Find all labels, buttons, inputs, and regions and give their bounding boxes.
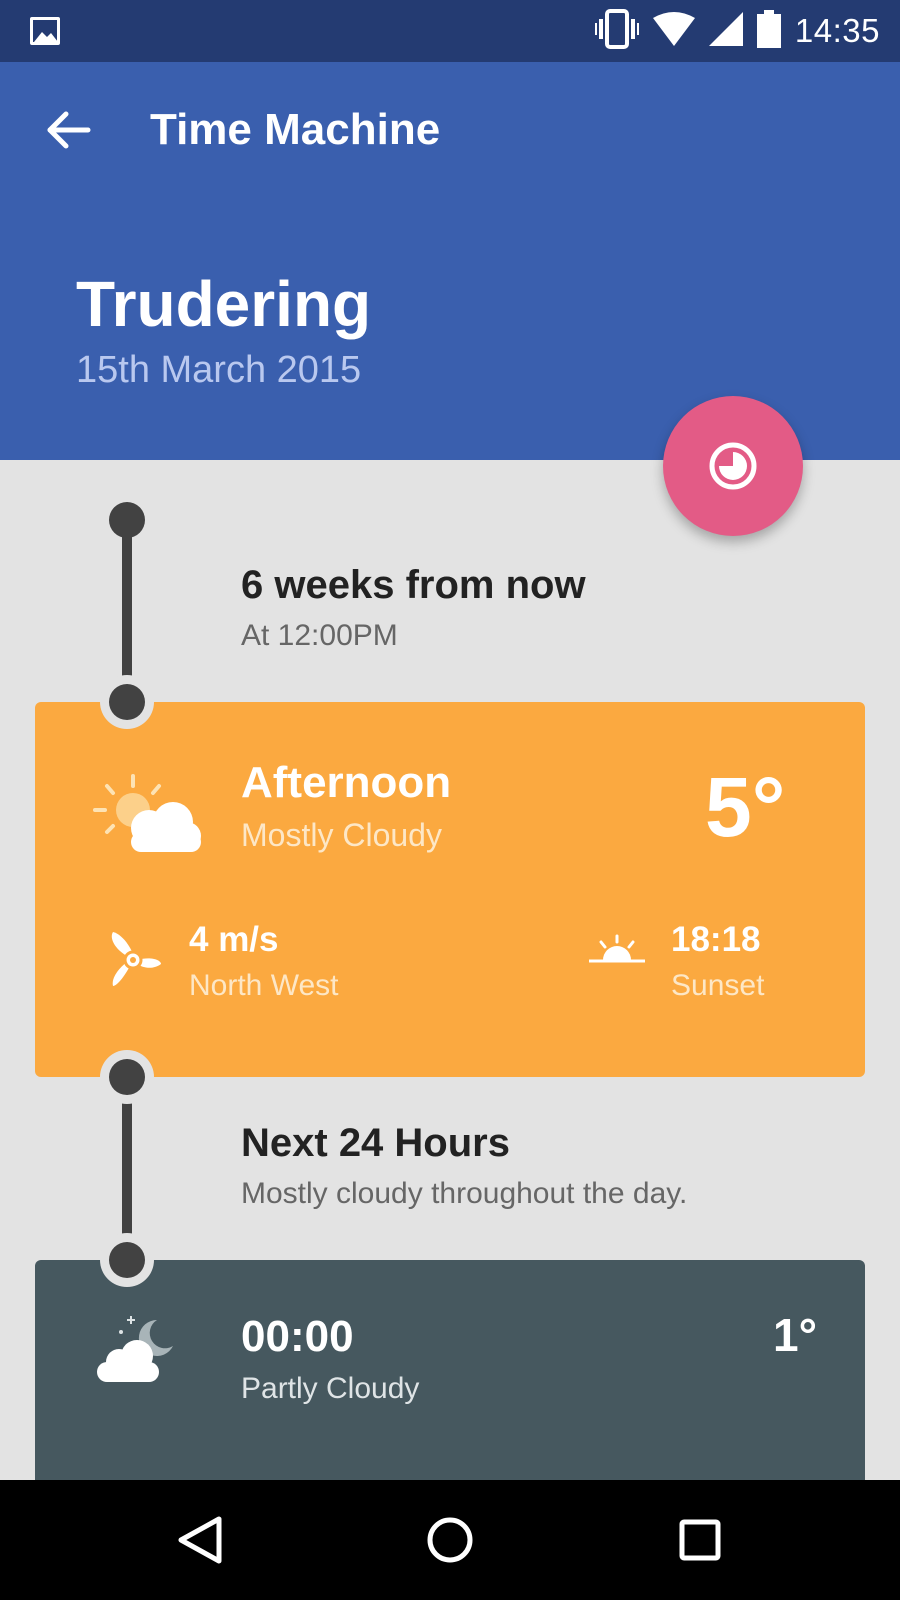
nav-recents-button[interactable] xyxy=(640,1480,760,1600)
sunset-label: Sunset xyxy=(671,969,765,1002)
back-triangle-icon xyxy=(178,1516,222,1564)
back-button[interactable] xyxy=(44,106,92,154)
wifi-icon xyxy=(652,11,695,51)
afternoon-card[interactable]: Afternoon Mostly Cloudy 5° 4 m/s North W… xyxy=(35,702,865,1077)
status-time: 14:35 xyxy=(794,12,880,49)
app-title: Time Machine xyxy=(150,105,441,154)
nav-back-button[interactable] xyxy=(140,1480,260,1600)
timeline-dot xyxy=(109,684,145,720)
navigation-bar xyxy=(0,1480,900,1600)
date-subtitle: 15th March 2015 xyxy=(76,349,362,391)
partly-sunny-icon xyxy=(93,774,205,863)
hour-temperature: 1° xyxy=(773,1309,817,1361)
forecast-subtitle: At 12:00PM xyxy=(241,619,398,652)
battery-icon xyxy=(756,9,781,53)
sunset-time: 18:18 xyxy=(671,920,761,959)
next24-title: Next 24 Hours xyxy=(241,1121,510,1165)
wind-fan-icon xyxy=(107,930,163,993)
wind-speed: 4 m/s xyxy=(189,920,279,959)
sunset-icon xyxy=(589,934,645,971)
timeline-dot xyxy=(109,1242,145,1278)
night-cloud-icon xyxy=(95,1312,175,1391)
time-machine-fab[interactable] xyxy=(663,396,803,536)
home-circle-icon xyxy=(427,1517,473,1563)
timeline-line xyxy=(122,1077,132,1260)
timeline-line xyxy=(122,520,132,702)
next24-subtitle: Mostly cloudy throughout the day. xyxy=(241,1177,688,1210)
period-title: Afternoon xyxy=(241,758,452,807)
vibrate-icon xyxy=(594,8,639,54)
recents-square-icon xyxy=(679,1519,721,1561)
gallery-icon xyxy=(30,17,60,45)
period-temperature: 5° xyxy=(705,760,786,854)
hour-condition: Partly Cloudy xyxy=(241,1372,420,1405)
status-bar: 14:35 xyxy=(0,0,900,62)
hour-card[interactable]: 00:00 Partly Cloudy 1° xyxy=(35,1260,865,1500)
forecast-title: 6 weeks from now xyxy=(241,563,586,607)
location-title: Trudering xyxy=(76,268,372,340)
hour-time: 00:00 xyxy=(241,1312,354,1361)
period-condition: Mostly Cloudy xyxy=(241,817,442,853)
timeline-dot xyxy=(109,1059,145,1095)
clock-icon xyxy=(709,442,757,490)
nav-home-button[interactable] xyxy=(390,1480,510,1600)
timeline-dot xyxy=(109,502,145,538)
wind-direction: North West xyxy=(189,969,339,1002)
signal-icon xyxy=(708,11,743,51)
app-bar: Time Machine Trudering 15th March 2015 xyxy=(0,62,900,460)
arrow-back-icon xyxy=(47,111,91,149)
